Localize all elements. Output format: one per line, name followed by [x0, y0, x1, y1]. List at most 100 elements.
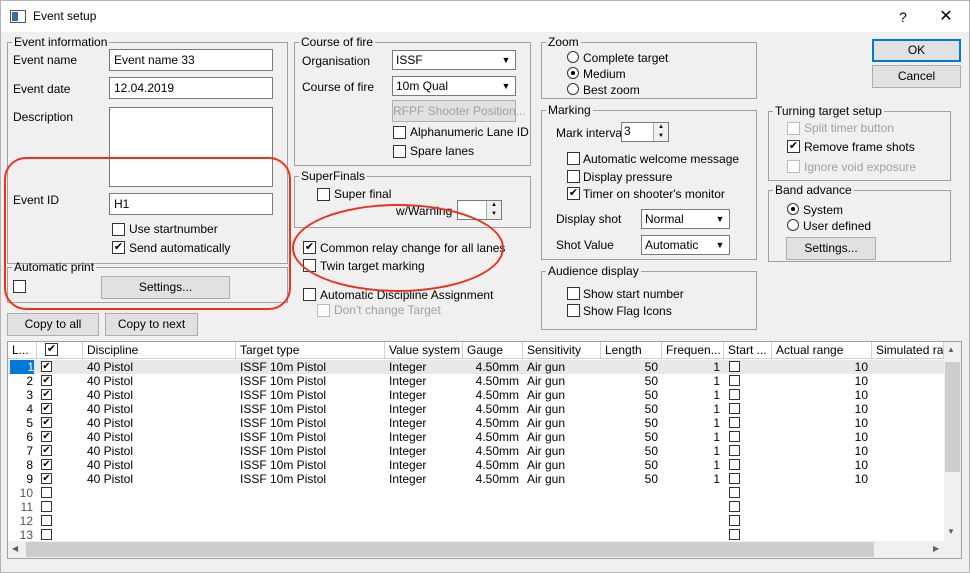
- column-header[interactable]: Frequen...: [662, 342, 724, 359]
- cell-length[interactable]: 50: [605, 360, 658, 374]
- start-checkbox[interactable]: [729, 431, 740, 442]
- cell-sens[interactable]: Air gun: [527, 472, 597, 486]
- column-header[interactable]: Gauge: [463, 342, 523, 359]
- cell-lane[interactable]: 4: [12, 402, 33, 416]
- cell-freq[interactable]: 1: [666, 458, 720, 472]
- copy-to-next-button[interactable]: Copy to next: [105, 313, 198, 336]
- cell-length[interactable]: [605, 486, 658, 500]
- timer-monitor-checkbox[interactable]: ✔: [567, 187, 580, 200]
- dont-change-target-checkbox[interactable]: [317, 304, 330, 317]
- lane-enabled-checkbox[interactable]: ✔: [41, 445, 52, 456]
- cell-gauge[interactable]: [467, 528, 519, 542]
- cell-value[interactable]: [389, 486, 459, 500]
- cell-discipline[interactable]: 40 Pistol: [87, 402, 232, 416]
- cell-length[interactable]: 50: [605, 416, 658, 430]
- cell-lane[interactable]: 6: [12, 430, 33, 444]
- cell-length[interactable]: 50: [605, 430, 658, 444]
- lane-enabled-checkbox[interactable]: [41, 529, 52, 540]
- spare-lanes-checkbox[interactable]: [393, 145, 406, 158]
- start-checkbox[interactable]: [729, 361, 740, 372]
- ignore-void-exposure-checkbox[interactable]: [787, 160, 800, 173]
- lane-enabled-checkbox[interactable]: ✔: [41, 361, 52, 372]
- cell-sens[interactable]: Air gun: [527, 360, 597, 374]
- ok-button[interactable]: OK: [872, 39, 961, 62]
- cell-actual[interactable]: [776, 500, 868, 514]
- cell-sens[interactable]: [527, 486, 597, 500]
- cell-sens[interactable]: Air gun: [527, 388, 597, 402]
- cell-discipline[interactable]: [87, 528, 232, 542]
- course-of-fire-select[interactable]: 10m Qual ▼: [392, 76, 516, 96]
- event-name-input[interactable]: Event name 33: [109, 49, 273, 71]
- cell-discipline[interactable]: 40 Pistol: [87, 416, 232, 430]
- cell-lane[interactable]: 11: [12, 500, 33, 514]
- cell-lane[interactable]: 1: [10, 360, 34, 374]
- super-final-checkbox[interactable]: [317, 188, 330, 201]
- cell-actual[interactable]: 10: [776, 374, 868, 388]
- lane-enabled-checkbox[interactable]: ✔: [41, 375, 52, 386]
- cell-target[interactable]: [240, 486, 381, 500]
- lane-enabled-checkbox[interactable]: ✔: [41, 403, 52, 414]
- cell-target[interactable]: ISSF 10m Pistol: [240, 472, 381, 486]
- display-shot-select[interactable]: Normal ▼: [641, 209, 730, 229]
- spin-up-icon[interactable]: ▲: [653, 123, 668, 132]
- cell-target[interactable]: ISSF 10m Pistol: [240, 430, 381, 444]
- cell-freq[interactable]: [666, 500, 720, 514]
- cell-sens[interactable]: Air gun: [527, 374, 597, 388]
- cell-freq[interactable]: 1: [666, 416, 720, 430]
- spin-down-icon[interactable]: ▼: [486, 210, 501, 219]
- vertical-scroll-thumb[interactable]: [945, 362, 960, 472]
- start-checkbox[interactable]: [729, 403, 740, 414]
- cell-target[interactable]: ISSF 10m Pistol: [240, 416, 381, 430]
- lane-enabled-checkbox[interactable]: ✔: [41, 473, 52, 484]
- cell-discipline[interactable]: 40 Pistol: [87, 430, 232, 444]
- cell-value[interactable]: [389, 500, 459, 514]
- cell-actual[interactable]: [776, 486, 868, 500]
- cell-actual[interactable]: 10: [776, 444, 868, 458]
- cell-gauge[interactable]: 4.50mm: [467, 402, 519, 416]
- cell-actual[interactable]: 10: [776, 430, 868, 444]
- cell-actual[interactable]: 10: [776, 360, 868, 374]
- cell-target[interactable]: ISSF 10m Pistol: [240, 444, 381, 458]
- cell-actual[interactable]: 10: [776, 416, 868, 430]
- cell-freq[interactable]: [666, 486, 720, 500]
- column-header[interactable]: Target type: [236, 342, 385, 359]
- start-checkbox[interactable]: [729, 417, 740, 428]
- rfpf-shooter-position-button[interactable]: RFPF Shooter Position...: [392, 100, 526, 122]
- cell-length[interactable]: 50: [605, 458, 658, 472]
- copy-to-all-button[interactable]: Copy to all: [7, 313, 99, 336]
- cell-gauge[interactable]: 4.50mm: [467, 458, 519, 472]
- organisation-select[interactable]: ISSF ▼: [392, 50, 516, 70]
- cell-sens[interactable]: Air gun: [527, 402, 597, 416]
- column-header[interactable]: Sensitivity: [523, 342, 601, 359]
- cell-actual[interactable]: 10: [776, 388, 868, 402]
- alphanumeric-lane-id-checkbox[interactable]: [393, 126, 406, 139]
- cell-value[interactable]: [389, 528, 459, 542]
- cell-target[interactable]: ISSF 10m Pistol: [240, 388, 381, 402]
- scroll-down-icon[interactable]: ▼: [947, 527, 955, 536]
- start-checkbox[interactable]: [729, 529, 740, 540]
- cell-discipline[interactable]: [87, 500, 232, 514]
- cell-value[interactable]: Integer: [389, 458, 459, 472]
- lane-enabled-checkbox[interactable]: [41, 515, 52, 526]
- cell-lane[interactable]: 12: [12, 514, 33, 528]
- cell-discipline[interactable]: 40 Pistol: [87, 458, 232, 472]
- cell-actual[interactable]: 10: [776, 402, 868, 416]
- display-pressure-checkbox[interactable]: [567, 170, 580, 183]
- cell-gauge[interactable]: 4.50mm: [467, 430, 519, 444]
- cell-gauge[interactable]: 4.50mm: [467, 388, 519, 402]
- cell-lane[interactable]: 3: [12, 388, 33, 402]
- column-header[interactable]: Actual range: [772, 342, 872, 359]
- horizontal-scrollbar[interactable]: ◀ ▶: [8, 541, 944, 558]
- start-checkbox[interactable]: [729, 445, 740, 456]
- column-header[interactable]: Simulated ran: [872, 342, 944, 359]
- lane-enabled-checkbox[interactable]: ✔: [41, 459, 52, 470]
- lane-enabled-checkbox[interactable]: ✔: [41, 389, 52, 400]
- cell-gauge[interactable]: [467, 486, 519, 500]
- cell-lane[interactable]: 7: [12, 444, 33, 458]
- cell-sens[interactable]: [527, 500, 597, 514]
- medium-radio[interactable]: [567, 67, 579, 79]
- cell-sens[interactable]: [527, 514, 597, 528]
- cell-lane[interactable]: 2: [12, 374, 33, 388]
- mark-interval-spinner[interactable]: 3 ▲ ▼: [621, 122, 669, 142]
- cell-sens[interactable]: Air gun: [527, 444, 597, 458]
